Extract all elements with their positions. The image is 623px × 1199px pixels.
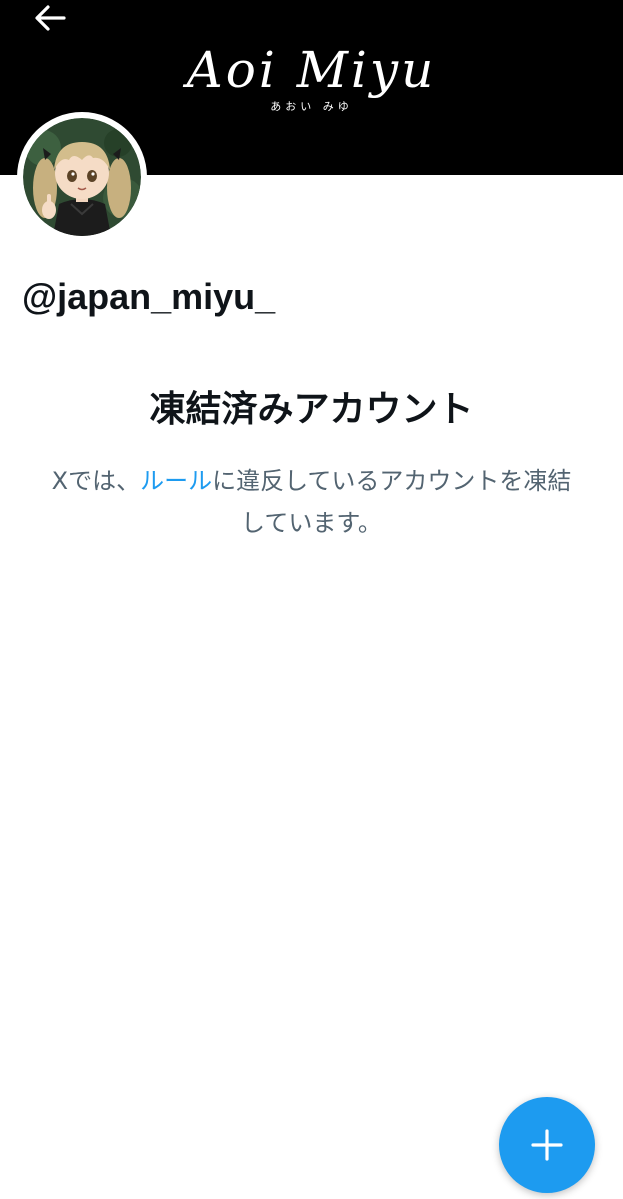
rules-link[interactable]: ルール xyxy=(140,467,212,495)
plus-icon xyxy=(531,1129,563,1161)
profile-handle: @japan_miyu_ xyxy=(22,276,276,317)
back-button[interactable] xyxy=(28,0,72,36)
compose-button[interactable] xyxy=(499,1097,595,1193)
banner-logo-text: Aoi Miyu xyxy=(186,41,437,99)
arrow-left-icon xyxy=(35,5,66,31)
suspended-account-message: Xでは、ルールに違反しているアカウントを凍結しています。 xyxy=(40,460,583,544)
avatar[interactable] xyxy=(17,112,147,242)
suspended-account-title: 凍結済みアカウント xyxy=(149,389,474,430)
banner-logo: Aoi Miyu あおい みゆ xyxy=(0,40,623,114)
message-suffix: に違反しているアカウントを凍結しています。 xyxy=(212,467,572,537)
avatar-image xyxy=(23,118,141,236)
message-prefix: Xでは、 xyxy=(51,467,141,495)
banner-logo-subtitle: あおい みゆ xyxy=(270,100,353,113)
